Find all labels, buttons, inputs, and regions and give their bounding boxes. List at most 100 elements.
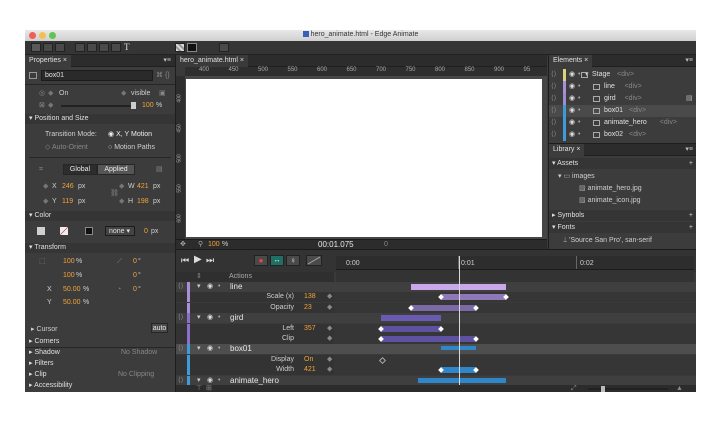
library-menu-icon[interactable]: ▾≡ (685, 145, 693, 154)
opacity-slider-handle[interactable] (131, 102, 136, 109)
opacity-value[interactable]: 100 (142, 101, 154, 110)
eye-icon[interactable]: ◉ (569, 106, 575, 115)
visibility-dot-icon[interactable]: • (578, 94, 580, 103)
eye-icon[interactable]: ◉ (569, 70, 575, 79)
timeline-property-value[interactable]: 357 (304, 324, 316, 333)
symbols-section-header[interactable]: ▸ Symbols + (549, 210, 696, 221)
h-value[interactable]: 198 (137, 197, 149, 206)
lock-icon[interactable]: ⟨⟩ (178, 344, 183, 353)
visibility-dot-icon[interactable]: • (578, 118, 580, 127)
position-mode-icon[interactable]: ⌗ (39, 165, 43, 174)
h-keyframe-icon[interactable]: ◆ (119, 197, 124, 206)
eye-icon[interactable]: ◉ (569, 118, 575, 127)
timeline-property-row[interactable]: Width 421 ◆ (176, 365, 696, 375)
go-to-start-icon[interactable]: ⏮ (181, 256, 189, 265)
tab-elements[interactable]: Elements × (549, 55, 593, 67)
lock-icon[interactable]: ⟨⟩ (551, 130, 556, 139)
timeline-property-value[interactable]: 421 (304, 365, 316, 374)
opacity-slider[interactable] (61, 105, 135, 107)
shadow-section-header[interactable]: ▸ Shadow No Shadow (25, 348, 175, 358)
lock-icon[interactable]: ⟨⟩ (551, 70, 556, 79)
eye-icon[interactable]: ◉ (569, 130, 575, 139)
add-asset-icon[interactable]: + (689, 159, 693, 168)
lock-icon[interactable]: ⟨⟩ (551, 118, 556, 127)
library-file-item[interactable]: ▨ animate_hero.jpg (579, 184, 642, 193)
y-value[interactable]: 119 (62, 197, 73, 206)
timeline-property-value[interactable]: On (304, 355, 313, 364)
play-icon[interactable]: ▶ (194, 255, 202, 265)
tab-properties[interactable]: Properties × (25, 55, 71, 67)
timeline-property-value[interactable]: 23 (304, 303, 312, 312)
visibility-dot-icon[interactable]: • (218, 376, 220, 385)
visibility-dot-icon[interactable]: • (218, 313, 220, 322)
display-value[interactable]: On (59, 89, 68, 98)
skew-y-value[interactable]: 0 (133, 271, 137, 280)
fonts-section-header[interactable]: ▾ Fonts + (549, 222, 696, 233)
actions-label[interactable]: Actions (229, 272, 252, 281)
clipping-tool-icon[interactable] (55, 43, 65, 52)
element-tree-row[interactable]: ⟨⟩ ◉ • box01 <div> (549, 105, 696, 117)
sort-icon[interactable]: ⇕ (196, 272, 202, 281)
element-tree-row[interactable]: ⟨⟩ ◉ • gird <div> ▤ (549, 93, 696, 105)
timeline-zoom-handle[interactable] (601, 386, 605, 392)
library-file-item[interactable]: ▨ animate_icon.jpg (579, 196, 641, 205)
filter-icon[interactable]: ⊤ (196, 384, 202, 392)
go-to-end-icon[interactable]: ⏭ (206, 256, 214, 265)
w-value[interactable]: 421 (137, 182, 149, 191)
transform-section-header[interactable]: ▾ Transform (25, 243, 175, 253)
timeline-zoom-slider[interactable] (588, 388, 668, 390)
visibility-value[interactable]: visible (131, 89, 150, 98)
pin-icon[interactable]: ♀ (286, 255, 300, 266)
element-tree-row[interactable]: ⟨⟩ ◉ • line <div> (549, 81, 696, 93)
auto-keyframe-icon[interactable]: ● (254, 255, 268, 266)
timeline-animation-bar[interactable] (418, 378, 506, 383)
id-icon[interactable]: {} (165, 71, 170, 80)
current-time-display[interactable]: 00:01.075 (318, 240, 354, 249)
origin-x-value[interactable]: 50.00 (63, 285, 81, 294)
auto-transition-icon[interactable]: ↔ (270, 255, 284, 266)
xy-motion-radio[interactable]: ◉ X, Y Motion (108, 130, 152, 139)
position-size-section-header[interactable]: ▾ Position and Size (25, 114, 175, 124)
eye-icon[interactable]: ◉ (569, 82, 575, 91)
visibility-dot-icon[interactable]: • (578, 82, 580, 91)
rounded-rectangle-tool-icon[interactable] (87, 43, 97, 52)
element-name-field[interactable]: box01 (41, 70, 153, 81)
skew-x-value[interactable]: 0 (133, 257, 137, 266)
hand-icon[interactable]: ✥ (180, 240, 186, 249)
corners-section-header[interactable]: ▸ Corners (25, 337, 175, 347)
keyframe-toggle-icon[interactable]: ◆ (327, 365, 332, 374)
clip-section-header[interactable]: ▸ Clip No Clipping (25, 370, 175, 380)
add-symbol-icon[interactable]: + (689, 211, 693, 220)
accessibility-section-header[interactable]: ▸ Accessibility (25, 381, 175, 391)
color-section-header[interactable]: ▾ Color (25, 211, 175, 221)
timeline-animation-bar[interactable] (381, 326, 441, 332)
stage-artboard[interactable] (186, 79, 542, 237)
background-color-swatch[interactable] (37, 227, 45, 235)
panel-toggle-icon[interactable] (219, 43, 229, 52)
ellipse-tool-alt-icon[interactable] (111, 43, 121, 52)
rectangle-tool-icon[interactable] (75, 43, 85, 52)
zoom-mountain-icon[interactable]: ▲ (676, 384, 683, 392)
eye-icon[interactable]: ◉ (207, 313, 213, 322)
auto-orient-checkbox[interactable]: ◇ Auto-Orient (45, 143, 88, 152)
element-tree-row[interactable]: ⟨⟩ ◉ • box02 <div> (549, 129, 696, 141)
expand-timeline-icon[interactable]: ⤢ (571, 384, 577, 392)
lock-icon[interactable]: ⟨⟩ (551, 82, 556, 91)
lock-icon[interactable]: ⟨⟩ (178, 282, 183, 291)
tab-library[interactable]: Library × (549, 144, 585, 156)
keyframe-toggle-icon[interactable]: ◆ (327, 292, 332, 301)
overflow-icon[interactable]: ▣ (159, 89, 166, 98)
eye-icon[interactable]: ◉ (207, 344, 213, 353)
border-color-swatch[interactable] (85, 227, 93, 235)
timeline-animation-bar[interactable] (381, 315, 441, 321)
scale-y-value[interactable]: 100 (63, 271, 75, 280)
display-keyframe-icon[interactable]: ◆ (48, 89, 53, 98)
font-item[interactable]: ⟘ 'Source San Pro', san-serif (563, 236, 652, 245)
link-size-icon[interactable]: ⛓ (110, 189, 119, 198)
size-options-icon[interactable]: ▤ (156, 165, 163, 174)
lock-icon[interactable]: ⟨⟩ (178, 376, 183, 385)
background-image-icon[interactable] (60, 227, 68, 235)
expand-arrow-icon[interactable]: ▾ (197, 344, 201, 353)
timeline-element-row[interactable]: ⟨⟩ ▾ ◉ • box01 (176, 344, 696, 354)
rotate-value[interactable]: 0 (133, 285, 137, 294)
